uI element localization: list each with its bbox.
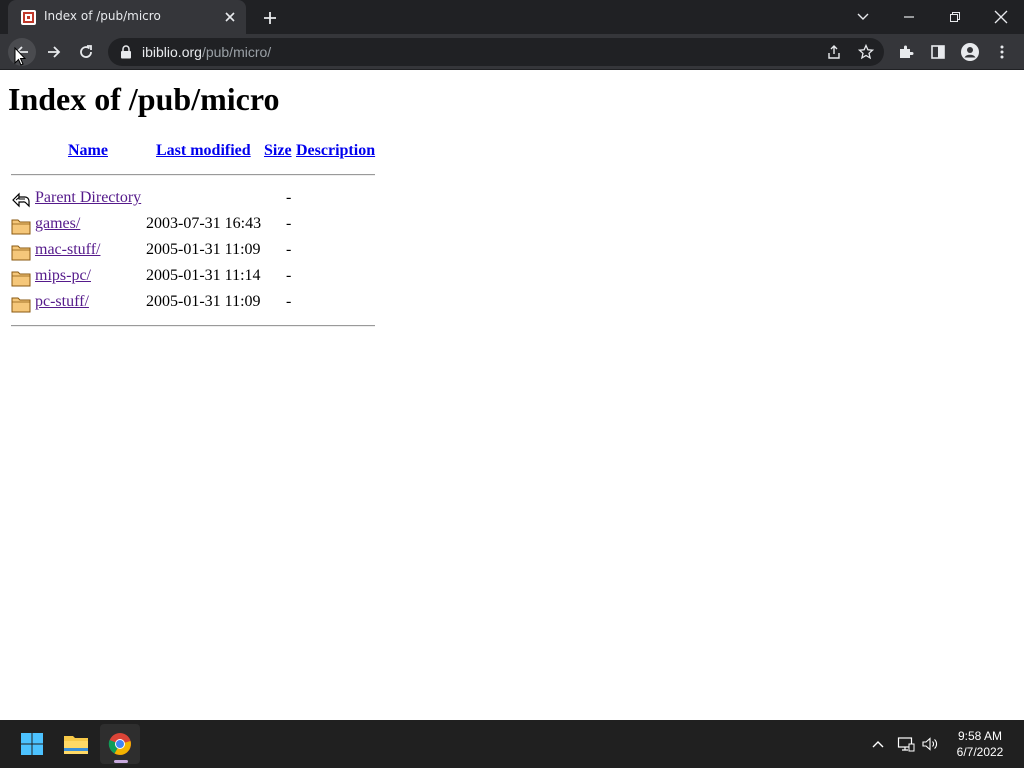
chrome-taskbar-button[interactable]: [100, 724, 140, 764]
parent-directory-link[interactable]: Parent Directory: [35, 189, 141, 207]
column-header-last-modified[interactable]: Last modified: [156, 142, 251, 160]
chrome-icon: [108, 733, 131, 755]
tab-active[interactable]: Index of /pub/micro: [8, 0, 246, 34]
minimize-icon: [904, 16, 914, 18]
address-bar[interactable]: ibiblio.org/pub/micro/: [108, 38, 884, 66]
size-value: -: [286, 267, 292, 284]
minimize-button[interactable]: [886, 0, 932, 34]
bookmark-star-icon[interactable]: [858, 44, 874, 60]
network-button[interactable]: [896, 734, 916, 754]
file-explorer-icon: [64, 736, 88, 754]
folder-icon: [11, 245, 31, 261]
column-header-description[interactable]: Description: [296, 142, 375, 160]
column-header-name[interactable]: Name: [68, 142, 108, 160]
size-value: -: [286, 215, 292, 232]
back-arrow-icon: [12, 192, 30, 208]
directory-link-mac-stuff[interactable]: mac-stuff/: [35, 241, 100, 259]
size-value: -: [286, 189, 292, 206]
more-vertical-icon: [1000, 45, 1004, 59]
list-item-parent: Parent Directory -: [0, 188, 400, 210]
directory-link-games[interactable]: games/: [35, 215, 80, 233]
network-icon: [897, 737, 915, 752]
table-row: games/ 2003-07-31 16:43 -: [0, 214, 400, 236]
start-icon: [21, 733, 43, 755]
reload-button[interactable]: [72, 38, 100, 66]
modified-date: 2003-07-31 16:43: [146, 215, 262, 232]
table-row: mips-pc/ 2005-01-31 11:14 -: [0, 266, 400, 288]
lock-icon[interactable]: [120, 45, 132, 59]
url-path: /pub/micro/: [201, 44, 272, 60]
url-text: ibiblio.org/pub/micro/: [142, 44, 271, 60]
new-tab-icon[interactable]: [260, 8, 280, 28]
start-button[interactable]: [12, 724, 52, 764]
profile-button[interactable]: [956, 38, 984, 66]
close-icon: [994, 10, 1008, 24]
chevron-down-icon: [857, 13, 869, 20]
folder-icon: [11, 219, 31, 235]
tab-title: Index of /pub/micro: [44, 9, 161, 23]
clock-time: 9:58 AM: [957, 729, 1003, 743]
tab-strip: Index of /pub/micro: [0, 0, 1024, 34]
volume-button[interactable]: [920, 734, 940, 754]
modified-date: 2005-01-31 11:09: [146, 293, 261, 310]
favicon-icon: [21, 10, 36, 25]
modified-date: 2005-01-31 11:09: [146, 241, 261, 258]
browser-toolbar: ibiblio.org/pub/micro/: [0, 34, 1024, 70]
speaker-icon: [922, 737, 937, 751]
restore-button[interactable]: [932, 0, 978, 34]
restore-icon: [950, 12, 960, 22]
footer-divider: [11, 325, 375, 327]
mouse-cursor-icon: [14, 47, 26, 66]
puzzle-icon: [900, 45, 914, 58]
clock[interactable]: 9:58 AM 6/7/2022: [940, 728, 1020, 760]
modified-date: 2005-01-31 11:14: [146, 267, 261, 284]
close-tab-icon[interactable]: [222, 9, 238, 25]
table-row: pc-stuff/ 2005-01-31 11:09 -: [0, 292, 400, 314]
folder-icon: [11, 297, 31, 313]
share-icon[interactable]: [826, 44, 842, 60]
size-value: -: [286, 241, 292, 258]
page-content: Index of /pub/micro Name Last modified S…: [0, 71, 1024, 720]
directory-link-mips-pc[interactable]: mips-pc/: [35, 267, 91, 285]
directory-link-pc-stuff[interactable]: pc-stuff/: [35, 293, 89, 311]
tab-search-button[interactable]: [840, 0, 886, 34]
show-hidden-icons-button[interactable]: [868, 734, 888, 754]
active-app-indicator: [114, 760, 128, 763]
taskbar: 9:58 AM 6/7/2022: [0, 720, 1024, 768]
extensions-button[interactable]: [892, 38, 920, 66]
side-panel-button[interactable]: [924, 38, 952, 66]
folder-icon: [11, 271, 31, 287]
clock-date: 6/7/2022: [956, 745, 1004, 759]
reload-icon: [80, 45, 92, 58]
side-panel-icon: [931, 45, 945, 59]
column-header-size[interactable]: Size: [264, 142, 292, 160]
file-explorer-button[interactable]: [56, 724, 96, 764]
arrow-right-icon: [48, 46, 61, 58]
size-value: -: [286, 293, 292, 310]
page-title: Index of /pub/micro: [8, 81, 280, 117]
menu-button[interactable]: [988, 38, 1016, 66]
close-window-button[interactable]: [978, 0, 1024, 34]
chevron-up-icon: [872, 741, 884, 748]
header-divider: [11, 174, 375, 176]
forward-button[interactable]: [40, 38, 68, 66]
url-host: ibiblio.org: [142, 44, 202, 60]
profile-icon: [961, 43, 979, 61]
table-row: mac-stuff/ 2005-01-31 11:09 -: [0, 240, 400, 262]
